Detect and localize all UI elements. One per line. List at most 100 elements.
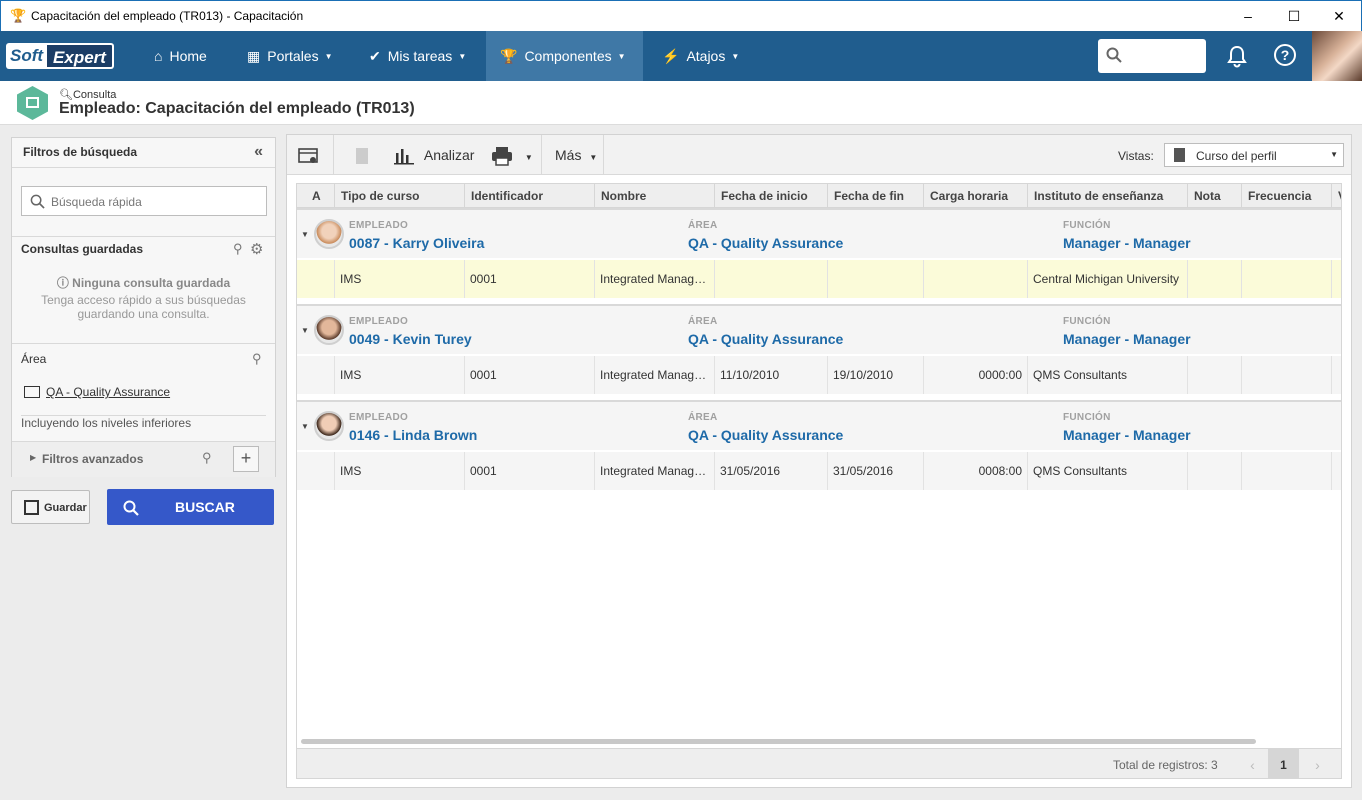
col-identificador[interactable]: Identificador [465,184,595,208]
cell-instituto: QMS Consultants [1028,452,1188,490]
search-button[interactable]: BUSCAR [107,489,274,525]
nav-mis-tareas[interactable]: ✔ Mis tareas ▼ [355,31,480,81]
home-icon: ⌂ [154,48,163,64]
more-label: Más [555,147,582,163]
employee-label: EMPLEADO [349,412,409,423]
nav-search-input[interactable] [1098,39,1206,73]
col-v[interactable]: V [1332,184,1341,208]
nav-home[interactable]: ⌂ Home [140,31,221,81]
collapse-toggle-icon[interactable]: ▼ [301,230,309,239]
broom-icon[interactable]: ⚲ [233,241,243,257]
table-row[interactable]: IMS 0001 Integrated Manag… 11/10/2010 19… [297,356,1341,394]
results-grid: A Tipo de curso Identificador Nombre Fec… [296,183,1342,779]
caret-down-icon: ▼ [524,153,533,162]
gear-icon[interactable]: ⚙ [250,240,263,258]
help-icon[interactable]: ? [1274,44,1296,66]
page-header: 🔍︎Consulta Empleado: Capacitación del em… [0,81,1362,125]
trophy-icon: 🏆 [500,48,518,64]
cell-a [297,260,335,298]
no-saved-hint: Tenga acceso rápido a sus búsquedas guar… [41,293,246,321]
search-label: BUSCAR [175,499,235,515]
softexpert-logo[interactable]: Soft Expert [6,43,114,69]
check-icon: ✔ [369,48,381,64]
bell-icon[interactable] [1224,43,1250,69]
broom-icon[interactable]: ⚲ [202,450,212,466]
toolbar-divider [603,135,604,175]
save-icon [24,500,39,515]
print-button[interactable]: ▼ [491,135,533,175]
col-frecuencia[interactable]: Frecuencia [1242,184,1332,208]
no-saved-text: Ninguna consulta guardada [72,276,231,290]
col-carga-horaria[interactable]: Carga horaria [924,184,1028,208]
area-link[interactable]: QA - Quality Assurance [46,385,170,399]
horizontal-scrollbar[interactable] [301,739,1256,744]
col-nombre[interactable]: Nombre [595,184,715,208]
minimize-button[interactable]: – [1225,1,1271,31]
employee-label: EMPLEADO [349,220,409,231]
role-value: Manager - Manager [1063,235,1191,251]
printer-icon [492,147,512,167]
advanced-filters-label: Filtros avanzados [42,452,144,466]
cell-tipo: IMS [335,452,465,490]
nav-componentes[interactable]: 🏆 Componentes ▼ [486,31,643,81]
view-record-button[interactable] [298,135,320,175]
employee-label: EMPLEADO [349,316,409,327]
cell-carga: 0000:00 [924,356,1028,394]
prev-page-icon[interactable]: ‹ [1237,749,1268,778]
role-value: Manager - Manager [1063,427,1191,443]
col-nota[interactable]: Nota [1188,184,1242,208]
nav-portales[interactable]: ▦ Portales ▼ [233,31,347,81]
views-select[interactable]: Curso del perfil ▼ [1164,143,1344,167]
area-label: ÁREA [688,316,718,327]
nav-atajos[interactable]: ⚡ Atajos ▼ [648,31,753,81]
cell-nota [1188,356,1242,394]
module-hex-icon [17,86,48,120]
employee-avatar [314,411,344,441]
analyze-button[interactable]: Analizar [394,135,474,175]
caret-down-icon: ▼ [589,153,598,162]
employee-group[interactable]: ▼ EMPLEADO 0087 - Karry Oliveira ÁREA QA… [297,208,1341,258]
save-label: Guardar [44,502,87,514]
table-row[interactable]: IMS 0001 Integrated Manag… 31/05/2016 31… [297,452,1341,490]
document-button[interactable] [354,135,370,175]
employee-group[interactable]: ▼ EMPLEADO 0146 - Linda Brown ÁREA QA - … [297,400,1341,450]
collapse-toggle-icon[interactable]: ▼ [301,422,309,431]
cell-carga: 0008:00 [924,452,1028,490]
cell-a [297,356,335,394]
next-page-icon[interactable]: › [1302,749,1333,778]
area-value: QA - Quality Assurance [688,235,844,251]
broom-icon[interactable]: ⚲ [252,351,262,367]
info-icon: ⓘ [56,276,73,290]
include-lower-levels: Incluyendo los niveles inferiores [21,416,192,430]
quick-search-input[interactable]: Búsqueda rápida [21,186,267,216]
collapse-toggle-icon[interactable]: ▼ [301,326,309,335]
close-button[interactable]: ✕ [1316,1,1362,31]
col-fecha-inicio[interactable]: Fecha de inicio [715,184,828,208]
nav-atajos-label: Atajos [686,48,726,64]
add-filter-button[interactable]: + [233,446,259,472]
maximize-button[interactable]: ☐ [1271,1,1317,31]
logo-soft: Soft [6,43,48,69]
col-instituto[interactable]: Instituto de enseñanza [1028,184,1188,208]
top-navbar: Soft Expert ⌂ Home ▦ Portales ▼ ✔ Mis tareas… [0,31,1362,81]
filters-header: Filtros de búsqueda « [12,138,275,168]
current-page[interactable]: 1 [1268,749,1299,778]
quick-search-placeholder: Búsqueda rápida [51,195,142,209]
grid-icon: ▦ [247,48,261,64]
collapse-left-icon[interactable]: « [254,143,263,161]
toolbar-divider [333,135,334,175]
save-button[interactable]: Guardar [11,490,90,524]
bar-chart-icon [394,149,414,165]
col-fecha-fin[interactable]: Fecha de fin [828,184,924,208]
window-titlebar: 🏆 Capacitación del empleado (TR013) - Ca… [0,0,1362,31]
user-avatar[interactable] [1312,31,1362,81]
employee-group[interactable]: ▼ EMPLEADO 0049 - Kevin Turey ÁREA QA - … [297,304,1341,354]
table-row[interactable]: IMS 0001 Integrated Manag… Central Michi… [297,260,1341,298]
advanced-filters-row[interactable]: ▶ Filtros avanzados ⚲ + [12,441,275,477]
col-tipo-curso[interactable]: Tipo de curso [335,184,465,208]
logo-expert: Expert [47,43,114,69]
col-a[interactable]: A [297,184,335,208]
more-button[interactable]: Más ▼ [555,135,597,175]
caret-down-icon: ▼ [617,52,626,62]
area-value: QA - Quality Assurance [688,427,844,443]
